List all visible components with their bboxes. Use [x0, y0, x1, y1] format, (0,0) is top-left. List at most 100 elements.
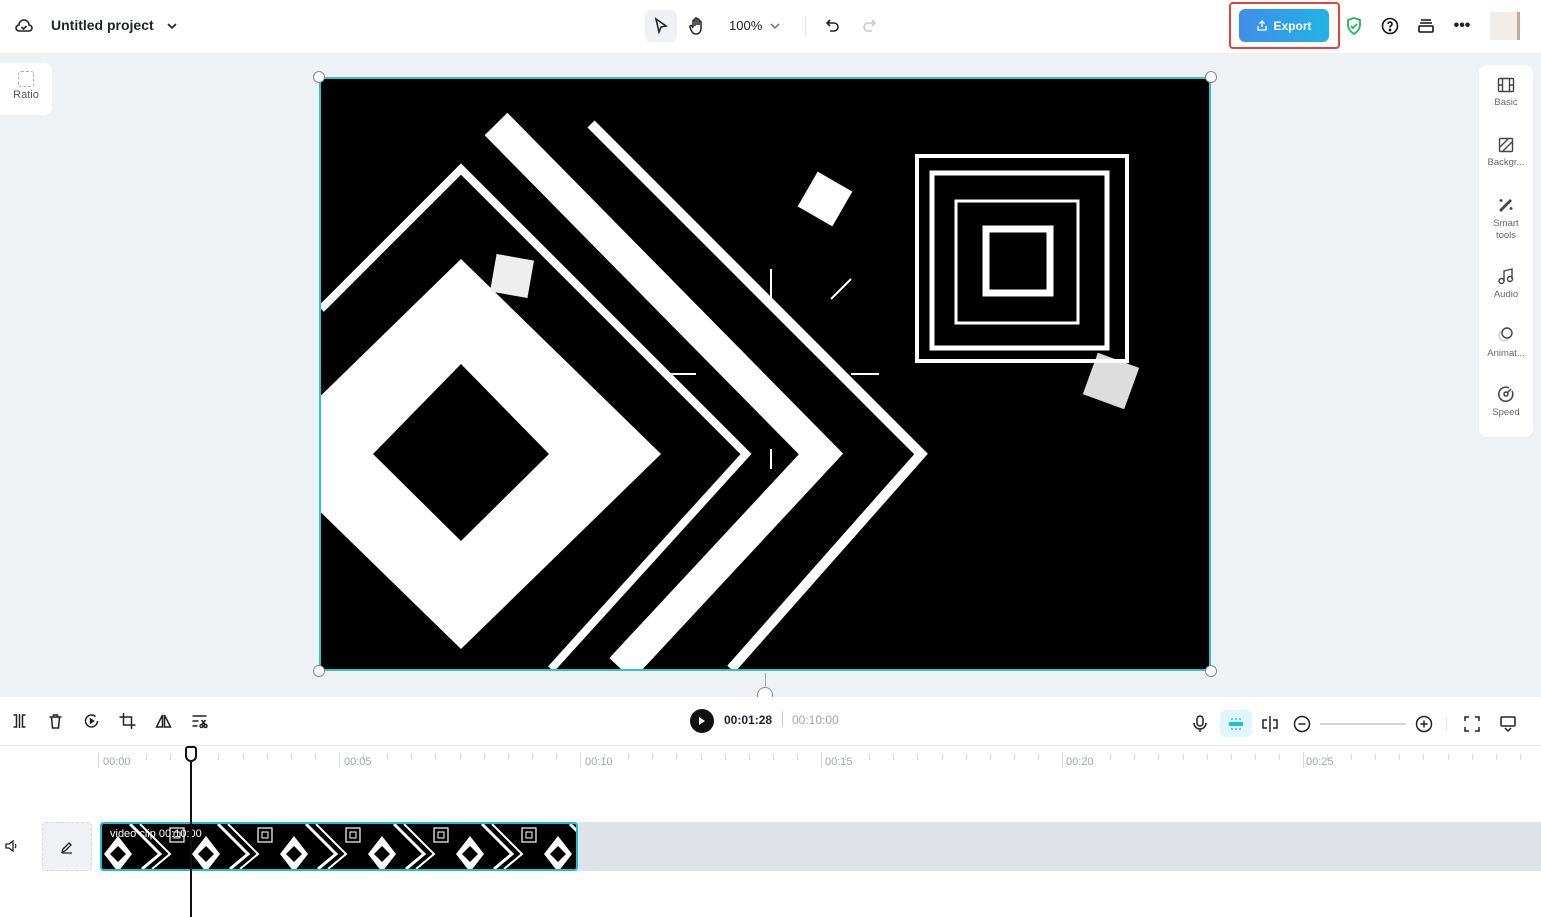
- ruler-tick: [1448, 754, 1449, 760]
- ruler-tick: [652, 754, 653, 760]
- redo-icon[interactable]: [859, 16, 879, 36]
- ruler-tick: [1062, 752, 1063, 768]
- ruler-tick: [893, 754, 894, 760]
- panel-item-background[interactable]: Backgr...: [1479, 137, 1533, 169]
- panel-item-basic[interactable]: Basic: [1479, 77, 1533, 109]
- ruler-tick: [1399, 754, 1400, 760]
- ruler-tick: [1110, 754, 1111, 760]
- zoom-chevron-icon[interactable]: [768, 19, 782, 33]
- resize-handle[interactable]: [1205, 71, 1217, 83]
- zoom-out-icon[interactable]: [1292, 714, 1312, 734]
- cover-edit-button[interactable]: [42, 822, 92, 871]
- rotate-stem: [765, 673, 766, 687]
- split-icon[interactable]: [10, 712, 29, 730]
- panel-item-smart-tools[interactable]: Smart tools: [1479, 196, 1533, 242]
- ruler-label: 00:25: [1306, 756, 1334, 768]
- undo-icon[interactable]: [823, 16, 843, 36]
- replay-icon[interactable]: [82, 712, 101, 730]
- delete-icon[interactable]: [46, 712, 65, 730]
- video-clip[interactable]: video clip 00:10:00: [100, 822, 578, 871]
- zoom-in-icon[interactable]: [1414, 714, 1434, 734]
- resize-handle[interactable]: [313, 665, 325, 677]
- panel-item-label: Audio: [1493, 289, 1519, 300]
- clip-name: video clip: [110, 828, 156, 840]
- ruler-tick: [411, 754, 412, 760]
- project-title[interactable]: Untitled project: [51, 17, 154, 33]
- panel-item-label: Animat...: [1487, 348, 1525, 359]
- preview-monitor-icon[interactable]: [1498, 714, 1518, 734]
- total-time: 00:10:00: [792, 713, 839, 727]
- export-label: Export: [1273, 18, 1312, 33]
- microphone-icon[interactable]: [1190, 713, 1210, 735]
- clip-thumbnail: [544, 824, 576, 869]
- chevron-down-icon[interactable]: [164, 18, 180, 34]
- more-icon[interactable]: •••: [1452, 16, 1472, 36]
- panel-item-animation[interactable]: Animat...: [1479, 326, 1533, 360]
- align-split-icon[interactable]: [1258, 713, 1282, 735]
- panel-item-label: Smart tools: [1493, 218, 1519, 241]
- ruler-tick: [990, 754, 991, 760]
- layers-icon[interactable]: [1416, 16, 1436, 36]
- ruler-tick: [676, 754, 677, 760]
- magic-wand-icon: [1499, 199, 1513, 212]
- ruler-tick: [1183, 754, 1184, 760]
- ruler-tick: [460, 754, 461, 760]
- panel-item-speed[interactable]: Speed: [1479, 385, 1533, 419]
- ratio-label: Ratio: [13, 89, 39, 101]
- help-icon[interactable]: [1380, 16, 1400, 36]
- clip-thumbnail: [368, 824, 449, 869]
- crop-icon[interactable]: [118, 712, 137, 730]
- playhead-handle[interactable]: [185, 746, 197, 762]
- ruler-label: 00:00: [103, 756, 131, 768]
- ratio-icon: [18, 71, 34, 87]
- animation-icon: [1498, 327, 1513, 342]
- select-tool-button[interactable]: [645, 10, 677, 42]
- cut-scissors-icon[interactable]: [190, 712, 209, 730]
- ruler-tick: [869, 754, 870, 760]
- ruler-tick: [218, 754, 219, 760]
- video-canvas[interactable]: [319, 77, 1211, 671]
- ruler-tick: [749, 754, 750, 760]
- ruler-label: 00:05: [344, 756, 372, 768]
- ruler-tick: [1014, 754, 1015, 760]
- ruler-tick: [797, 754, 798, 760]
- ruler-tick: [580, 752, 581, 768]
- shield-check-icon[interactable]: [1344, 15, 1364, 37]
- ruler-tick: [1207, 754, 1208, 760]
- flip-icon[interactable]: [154, 712, 173, 730]
- divider: [782, 711, 783, 727]
- ruler-tick: [98, 752, 99, 768]
- ruler-tick: [556, 754, 557, 760]
- ratio-button[interactable]: Ratio: [0, 63, 52, 115]
- zoom-slider[interactable]: [1320, 722, 1406, 725]
- hand-tool-button[interactable]: [685, 14, 709, 38]
- cloud-save-icon[interactable]: [14, 16, 34, 36]
- zoom-level[interactable]: 100%: [729, 18, 762, 33]
- volume-icon[interactable]: [4, 838, 20, 854]
- ruler-tick: [1158, 754, 1159, 760]
- play-button[interactable]: [690, 709, 714, 733]
- divider: [1446, 716, 1447, 731]
- film-icon: [1497, 77, 1515, 93]
- snap-toggle[interactable]: [1220, 710, 1252, 737]
- ruler-tick: [966, 754, 967, 760]
- music-note-icon: [1498, 268, 1514, 285]
- background-icon: [1498, 137, 1514, 153]
- panel-item-audio[interactable]: Audio: [1479, 267, 1533, 301]
- playhead[interactable]: [190, 746, 192, 917]
- timeline-toolbar: [10, 712, 209, 730]
- export-button[interactable]: Export: [1239, 9, 1329, 42]
- avatar[interactable]: [1490, 12, 1520, 40]
- clip-thumbnail: [192, 824, 273, 869]
- ruler-divider: [0, 745, 1541, 746]
- fullscreen-icon[interactable]: [1462, 714, 1482, 734]
- ruler-tick: [1303, 752, 1304, 768]
- ruler-tick: [628, 754, 629, 760]
- resize-handle[interactable]: [313, 71, 325, 83]
- ruler-label: 00:15: [825, 756, 853, 768]
- speedometer-icon: [1498, 386, 1514, 402]
- ruler-tick: [1472, 754, 1473, 760]
- resize-handle[interactable]: [1205, 665, 1217, 677]
- clip-label: video clip 00:10:00: [110, 828, 202, 840]
- ruler-tick: [267, 754, 268, 760]
